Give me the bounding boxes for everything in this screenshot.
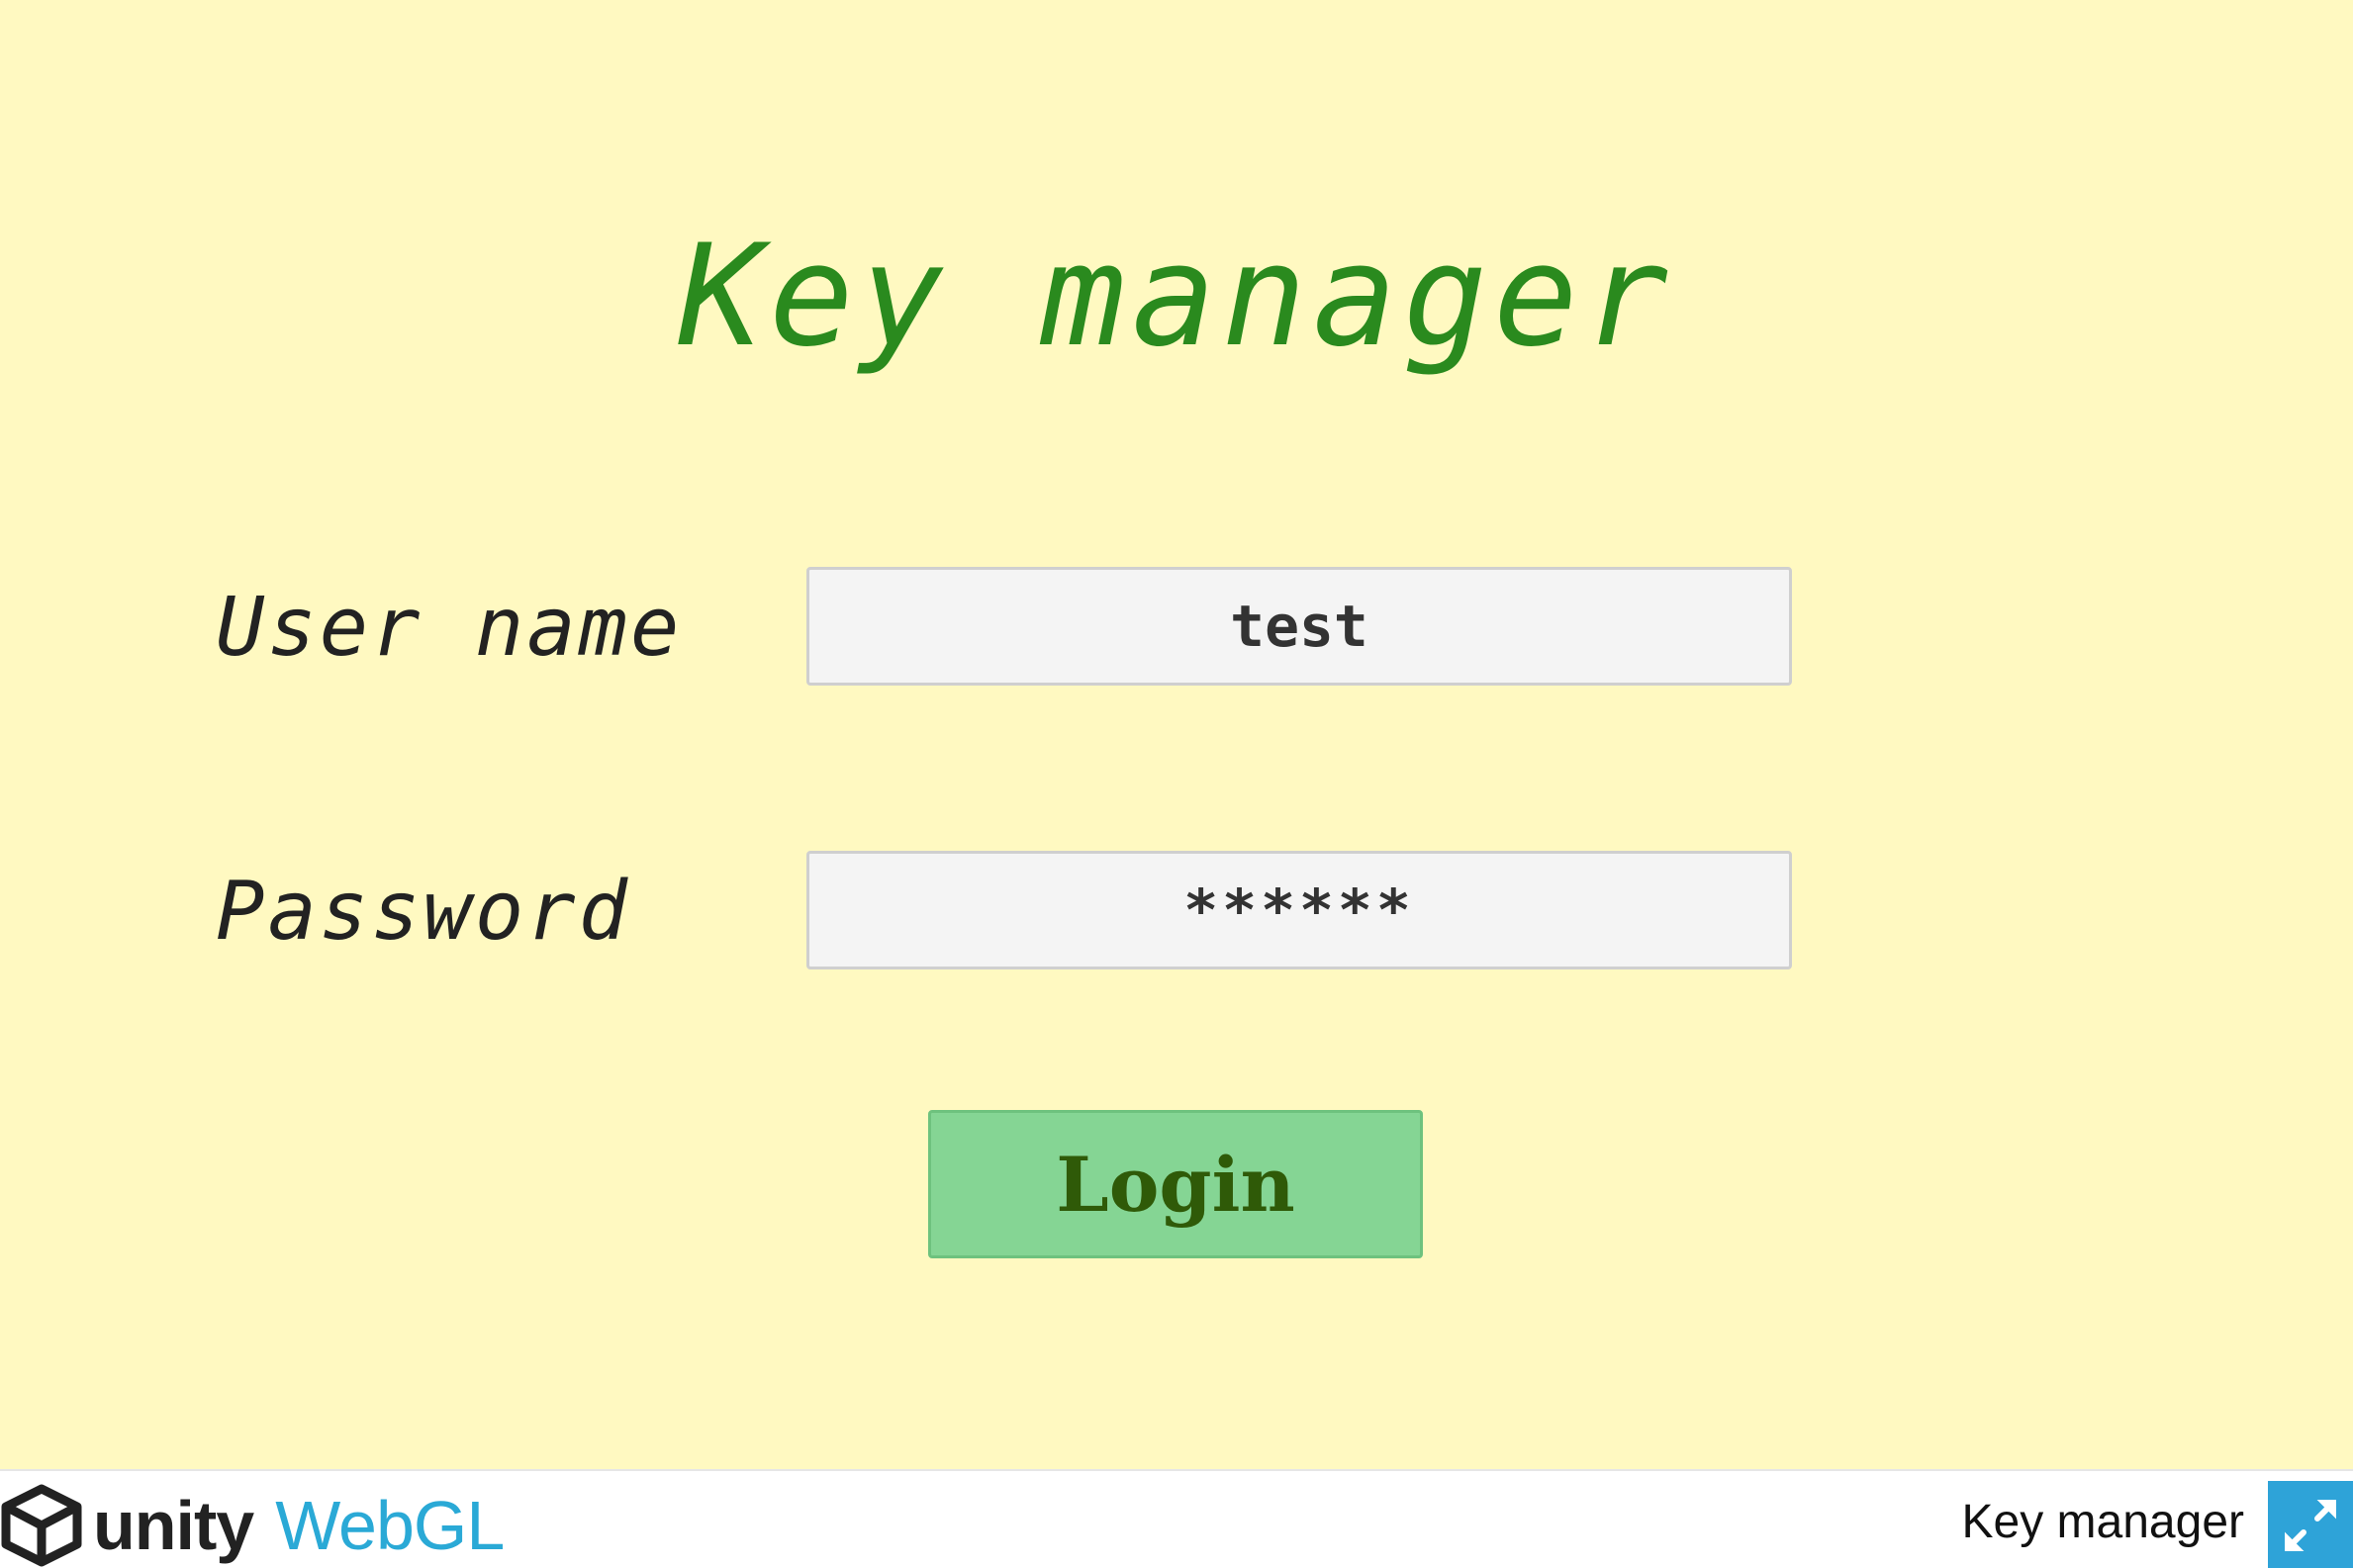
webgl-footer: unity WebGL Key manager [0, 1469, 2353, 1568]
unity-webgl-page: Key manager User name Password Login uni… [0, 0, 2353, 1568]
unity-canvas[interactable]: Key manager User name Password Login [0, 0, 2353, 1469]
username-label: User name [216, 581, 683, 675]
logo-word-unity: unity [93, 1487, 254, 1564]
fullscreen-icon [2285, 1500, 2336, 1551]
footer-title: Key manager [1961, 1496, 2245, 1548]
app-title: Key manager [678, 215, 1675, 378]
logo-word-webgl: WebGL [275, 1487, 505, 1564]
password-input[interactable] [806, 851, 1792, 969]
login-button[interactable]: Login [928, 1110, 1423, 1258]
unity-logo-icon [1, 1484, 82, 1567]
username-input[interactable] [806, 567, 1792, 686]
fullscreen-button[interactable] [2268, 1481, 2353, 1568]
unity-webgl-logo: unity WebGL [0, 1483, 505, 1568]
password-label: Password [216, 865, 630, 959]
